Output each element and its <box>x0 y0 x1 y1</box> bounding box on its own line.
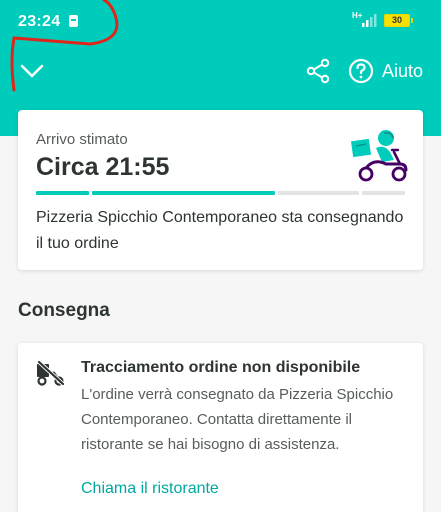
chevron-down-icon <box>20 64 44 78</box>
help-button[interactable]: Aiuto <box>348 56 438 86</box>
progress-segment <box>362 191 405 195</box>
collapse-button[interactable] <box>18 58 46 84</box>
scooter-rider-icon <box>350 130 408 182</box>
delivery-progress-bar <box>36 191 405 195</box>
help-label: Aiuto <box>382 60 424 81</box>
eta-card: Arrivo stimato Circa 21:55 Pizzeria Spic… <box>18 110 423 270</box>
eta-time: Circa 21:55 <box>36 153 170 181</box>
tracking-info-card: Tracciamento ordine non disponibile L'or… <box>18 343 423 512</box>
eta-status-text: Pizzeria Spicchio Contemporaneo sta cons… <box>36 209 404 252</box>
delivery-section-title: Consegna <box>18 300 110 321</box>
status-bar: 23:24 H+ 30 <box>0 0 441 44</box>
question-circle-icon <box>348 58 374 84</box>
progress-segment <box>36 191 89 195</box>
toolbar: Aiuto <box>0 50 441 94</box>
eta-label: Arrivo stimato <box>36 131 128 148</box>
signal-strength-icon <box>362 14 377 27</box>
call-restaurant-link[interactable]: Chiama il ristorante <box>81 480 219 498</box>
progress-segment <box>92 191 275 195</box>
progress-segment <box>278 191 359 195</box>
notification-app-icon <box>69 15 78 27</box>
status-time: 23:24 <box>18 13 61 30</box>
tracking-unavailable-icon <box>36 359 66 387</box>
tracking-description: L'ordine verrà consegnato da Pizzeria Sp… <box>81 386 394 453</box>
tracking-title: Tracciamento ordine non disponibile <box>81 359 361 376</box>
share-button[interactable] <box>303 56 333 86</box>
share-icon <box>306 58 330 84</box>
battery-icon: 30 <box>384 14 413 27</box>
network-type-label: H+ <box>352 11 363 20</box>
